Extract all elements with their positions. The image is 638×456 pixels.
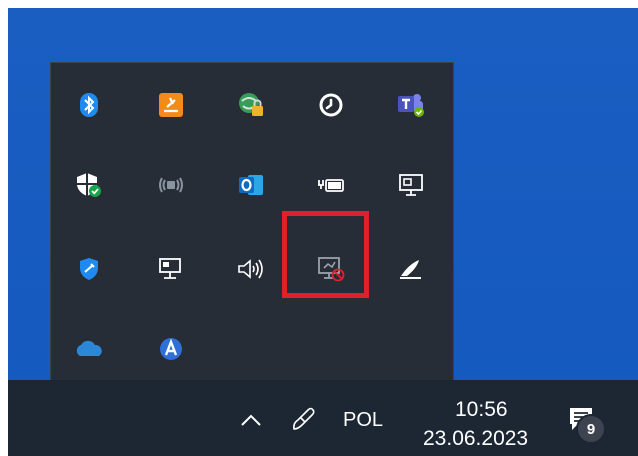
teams-icon[interactable] — [387, 81, 435, 129]
chevron-up-icon[interactable] — [233, 402, 269, 438]
network-monitor-icon[interactable] — [387, 161, 435, 209]
battery-icon[interactable] — [307, 161, 355, 209]
speaker-icon[interactable] — [227, 245, 275, 293]
outlook-icon[interactable] — [227, 161, 275, 209]
notification-badge: 9 — [576, 414, 606, 444]
pen-input-icon[interactable] — [284, 398, 324, 438]
network-lock-icon[interactable] — [227, 81, 275, 129]
defender-icon[interactable] — [65, 245, 113, 293]
notification-center-button[interactable]: 9 — [566, 404, 606, 444]
timer-icon[interactable] — [307, 81, 355, 129]
bluetooth-icon[interactable] — [65, 81, 113, 129]
taskbar: POL 10:56 23.06.2023 9 — [8, 380, 638, 456]
tray-overflow-panel — [50, 62, 454, 384]
language-indicator[interactable]: POL — [343, 402, 383, 438]
desktop: POL 10:56 23.06.2023 9 — [8, 8, 638, 456]
wireless-display-icon[interactable] — [147, 161, 195, 209]
clock-time: 10:56 — [455, 398, 508, 421]
onedrive-icon[interactable] — [65, 325, 113, 373]
clock-date: 23.06.2023 — [423, 427, 529, 450]
ethernet-icon[interactable] — [147, 245, 195, 293]
pen-icon[interactable] — [387, 245, 435, 293]
app-a-icon[interactable] — [147, 325, 195, 373]
clock[interactable]: 10:56 23.06.2023 — [403, 394, 553, 454]
highlight-box — [282, 211, 369, 298]
security-shield-icon[interactable] — [65, 161, 113, 209]
app-orange-icon[interactable] — [147, 81, 195, 129]
